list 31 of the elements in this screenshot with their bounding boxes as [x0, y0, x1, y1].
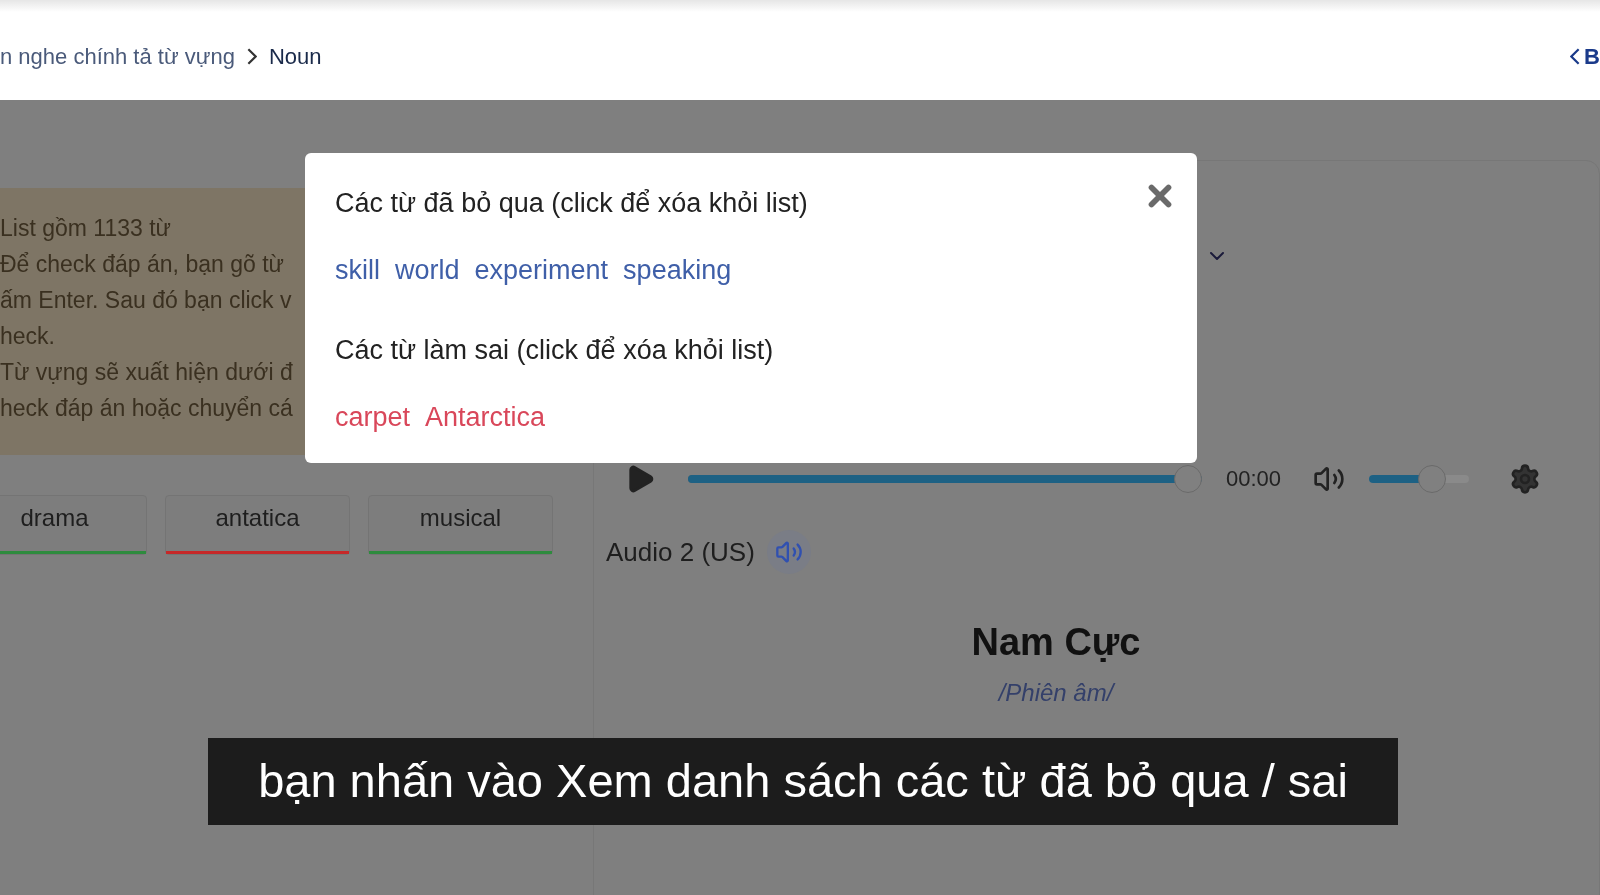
audio-label: Audio 2 (US) — [606, 535, 755, 569]
breadcrumb-link[interactable]: n nghe chính tả từ vựng — [0, 39, 235, 73]
section-title: Các từ làm sai (click để xóa khỏi list) — [335, 334, 774, 367]
volume-slider[interactable] — [1369, 464, 1470, 493]
section-title: Các từ đã bỏ qua (click để xóa khỏi list) — [335, 187, 808, 220]
word-chip[interactable]: musical — [368, 495, 553, 555]
chevron-right-icon — [246, 47, 257, 65]
word-link[interactable]: speaking — [623, 249, 732, 290]
info-text: ấm Enter. Sau đó bạn click v — [0, 286, 293, 315]
word-link[interactable]: Antarctica — [425, 396, 546, 437]
phonetic-text: /Phiên âm/ — [998, 678, 1114, 708]
word-link[interactable]: world — [395, 249, 460, 290]
word-chip[interactable]: antatica — [165, 495, 350, 555]
subtitle-text: bạn nhấn vào Xem danh sách các từ đã bỏ qua / sai — [258, 753, 1348, 810]
info-text: heck đáp án hoặc chuyển cá — [0, 394, 294, 423]
word-chip[interactable]: drama — [0, 495, 147, 555]
info-text: Từ vựng sẽ xuất hiện dưới đ — [0, 358, 294, 387]
info-text: heck. — [0, 322, 56, 351]
word-link[interactable]: skill — [335, 249, 380, 290]
back-link[interactable]: B — [1570, 39, 1600, 73]
breadcrumb-link[interactable]: Noun — [268, 39, 322, 73]
info-text: Để check đáp án, bạn gõ từ — [0, 250, 285, 279]
time-text: 00:00 — [1226, 465, 1282, 493]
info-text: List gồm 1133 từ — [0, 214, 172, 243]
word-link[interactable]: experiment — [474, 249, 609, 290]
word-title: Nam Cực — [971, 620, 1141, 665]
seek-slider[interactable] — [688, 464, 1202, 493]
word-link[interactable]: carpet — [335, 396, 411, 437]
volume-thumb[interactable] — [1418, 464, 1446, 493]
seek-thumb[interactable] — [1174, 464, 1202, 493]
chevron-left-icon — [1570, 47, 1581, 65]
